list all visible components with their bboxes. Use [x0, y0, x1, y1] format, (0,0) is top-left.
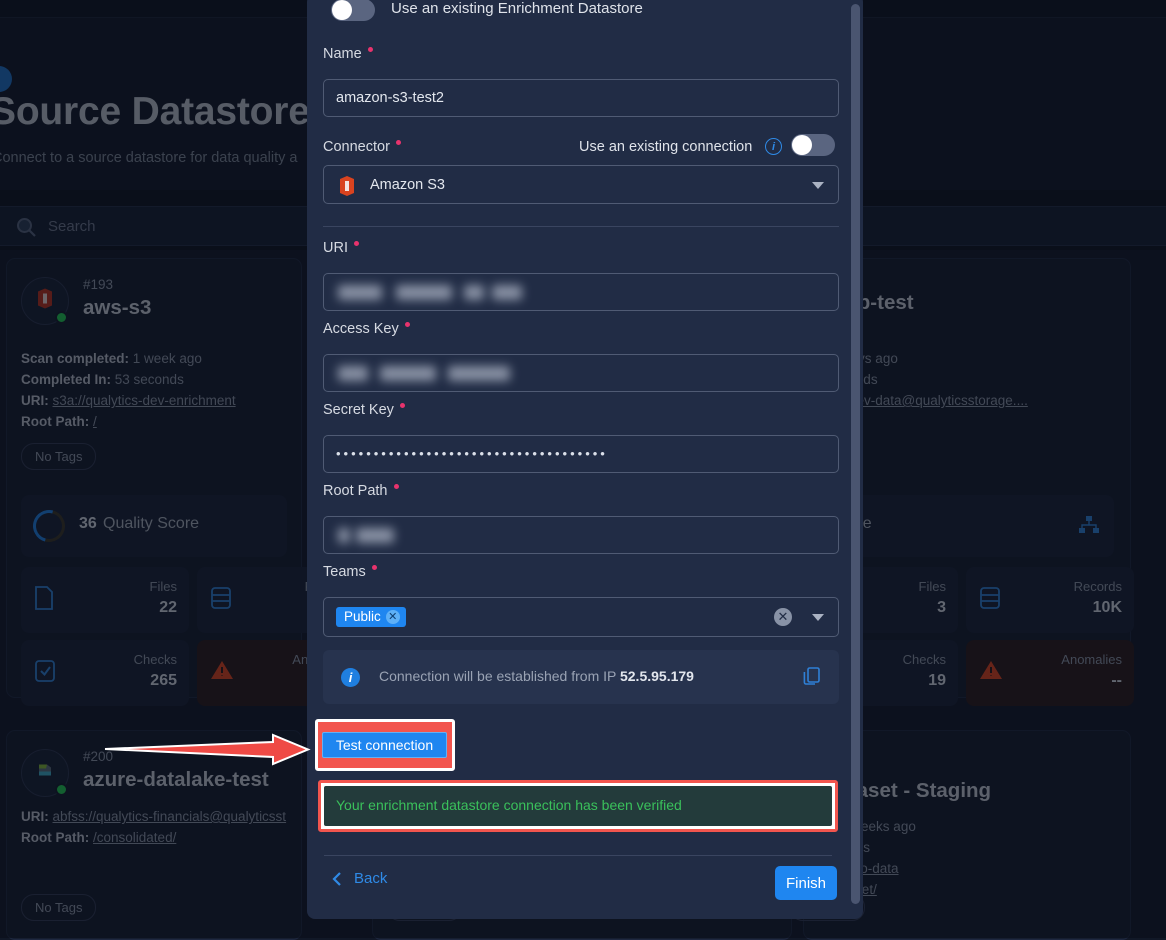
enrichment-toggle-row: Use an existing Enrichment Datastore: [323, 0, 847, 28]
chevron-down-icon[interactable]: [812, 182, 824, 189]
test-connection-button[interactable]: Test connection: [322, 732, 447, 758]
connector-value: Amazon S3: [370, 177, 445, 193]
existing-connection-label: Use an existing connection: [579, 139, 752, 155]
required-indicator: [354, 241, 359, 246]
required-indicator: [372, 565, 377, 570]
connector-label: Connector: [323, 139, 401, 155]
secret-key-value: ••••••••••••••••••••••••••••••••••••: [336, 446, 608, 461]
divider: [323, 226, 839, 227]
back-label: Back: [354, 870, 387, 887]
secret-key-label: Secret Key: [323, 402, 405, 418]
connector-select[interactable]: Amazon S3: [323, 165, 839, 204]
copy-icon[interactable]: [803, 667, 821, 692]
required-indicator: [396, 140, 401, 145]
root-path-input[interactable]: [323, 516, 839, 554]
amazon-s3-icon: [336, 174, 358, 203]
required-indicator: [368, 47, 373, 52]
team-chip-label: Public: [344, 607, 381, 627]
info-icon[interactable]: i: [765, 138, 782, 155]
info-icon: i: [341, 668, 360, 687]
access-key-input[interactable]: [323, 354, 839, 392]
verified-banner: Your enrichment datastore connection has…: [324, 786, 832, 826]
name-input[interactable]: amazon-s3-test2: [323, 79, 839, 117]
teams-select[interactable]: Public ✕ ✕: [323, 597, 839, 637]
ip-notice-banner: i Connection will be established from IP…: [323, 650, 839, 704]
clear-selection-icon[interactable]: ✕: [774, 608, 792, 626]
uri-input[interactable]: [323, 273, 839, 311]
divider: [324, 855, 832, 856]
toggle-knob: [792, 135, 812, 155]
required-indicator: [394, 484, 399, 489]
enrichment-toggle-label: Use an existing Enrichment Datastore: [391, 0, 643, 17]
back-button[interactable]: Back: [330, 870, 387, 887]
team-chip[interactable]: Public ✕: [336, 607, 406, 627]
required-indicator: [400, 403, 405, 408]
required-indicator: [405, 322, 410, 327]
toggle-knob: [332, 0, 352, 20]
access-key-label: Access Key: [323, 321, 410, 337]
name-input-value: amazon-s3-test2: [336, 90, 444, 106]
teams-label: Teams: [323, 564, 377, 580]
uri-label: URI: [323, 240, 359, 256]
secret-key-input[interactable]: ••••••••••••••••••••••••••••••••••••: [323, 435, 839, 473]
finish-button[interactable]: Finish: [775, 866, 837, 900]
verified-message: Your enrichment datastore connection has…: [336, 797, 682, 813]
root-path-label: Root Path: [323, 483, 399, 499]
modal-scrollbar-thumb[interactable]: [851, 4, 860, 904]
chevron-left-icon: [330, 871, 344, 887]
enrichment-datastore-toggle[interactable]: [331, 0, 375, 21]
annotation-arrow: [103, 733, 313, 767]
ip-notice-text: Connection will be established from IP 5…: [379, 668, 694, 684]
remove-team-icon[interactable]: ✕: [386, 610, 400, 624]
name-label: Name: [323, 46, 373, 62]
chevron-down-icon[interactable]: [812, 614, 824, 621]
use-existing-connection-toggle[interactable]: [791, 134, 835, 156]
